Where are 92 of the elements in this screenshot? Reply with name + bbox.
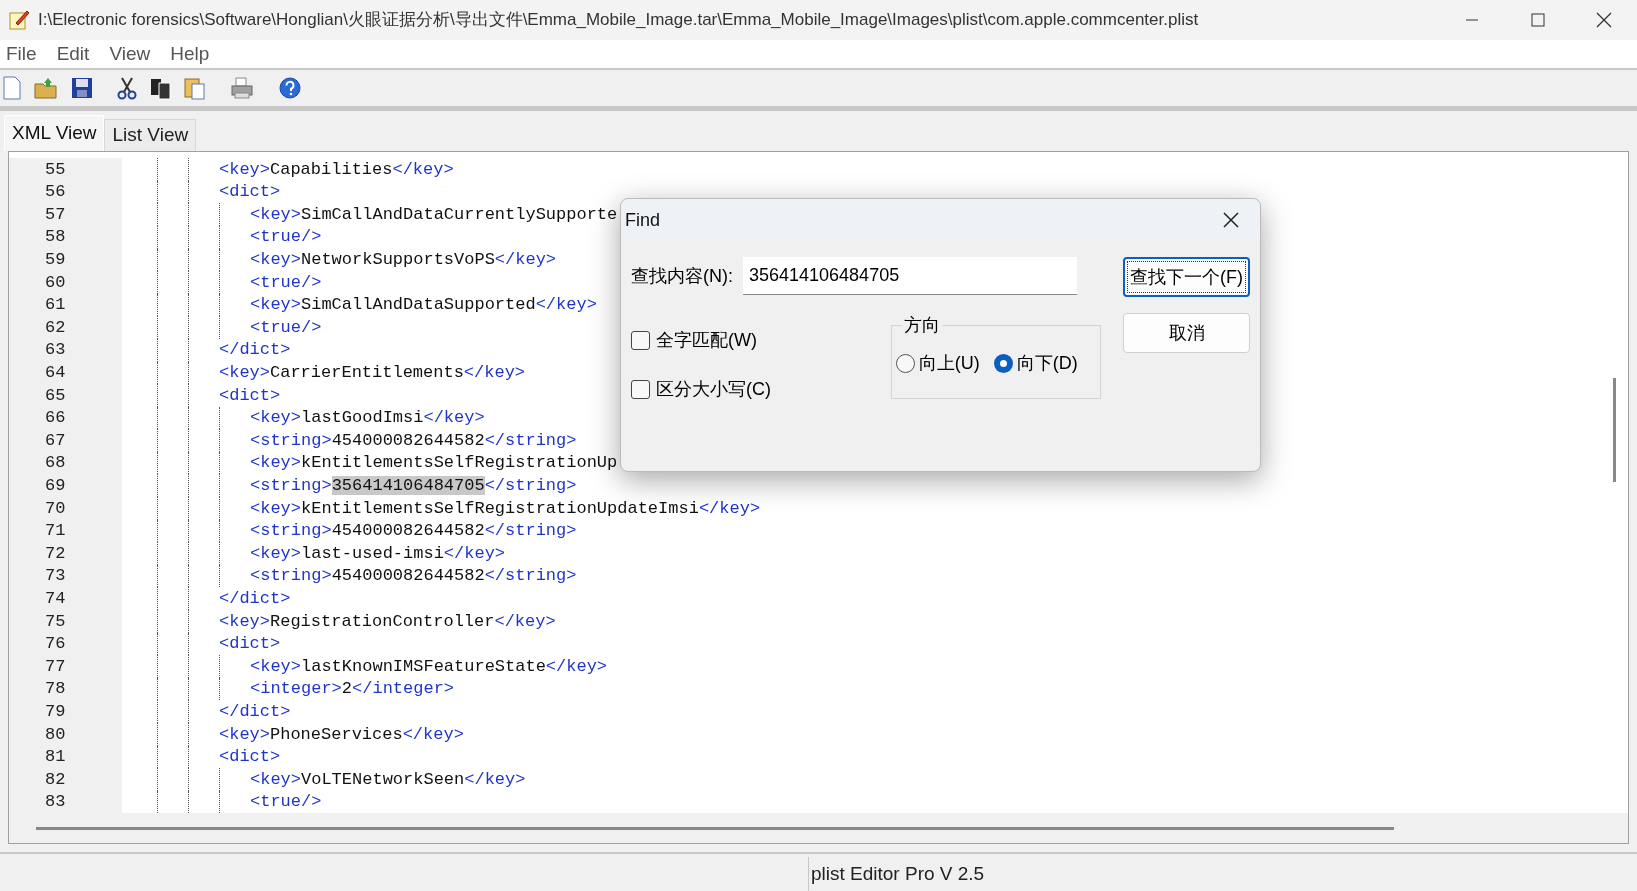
- line-number: 68: [9, 451, 122, 475]
- tab[interactable]: XML View: [4, 115, 105, 152]
- radio-label: 向上(U): [918, 352, 980, 375]
- status-text: plist Editor Pro V 2.5: [811, 861, 985, 886]
- code-line: <key>SimCallAndDataSupported</key>: [250, 294, 597, 317]
- code-line: <true/>: [250, 226, 322, 249]
- code-tag: <string>: [250, 476, 332, 495]
- line-number: 70: [9, 497, 122, 520]
- line-number: 75: [9, 610, 122, 633]
- code-tag: </string>: [484, 476, 577, 495]
- code-line: <key>lastKnownIMSFeatureState</key>: [250, 655, 608, 678]
- code-line: <true/>: [250, 271, 322, 294]
- line-number: 80: [9, 723, 122, 746]
- line-number: 82: [9, 768, 122, 791]
- line-number: 64: [9, 361, 122, 385]
- code-line: <key>SimCallAndDataCurrentlySupporte: [250, 203, 618, 226]
- line-number: 61: [9, 293, 122, 317]
- menu-item[interactable]: Edit: [50, 40, 96, 69]
- code-line: <dict>: [219, 746, 281, 769]
- horizontal-scrollbar[interactable]: [36, 826, 1394, 830]
- line-number: 74: [9, 587, 122, 611]
- checkbox[interactable]: [631, 331, 650, 350]
- code-line: <string>454000082644582</string>: [250, 429, 577, 452]
- line-number: 65: [9, 384, 122, 407]
- checkbox[interactable]: [631, 380, 650, 399]
- radio-label: 向下(D): [1016, 352, 1078, 375]
- copy-icon[interactable]: [150, 76, 172, 101]
- code-line: <integer>2</integer>: [250, 678, 455, 701]
- line-number: 71: [9, 519, 122, 543]
- line-number: 78: [9, 677, 122, 701]
- code-line: <key>kEntitlementsSelfRegistrationUp: [250, 452, 618, 475]
- open-folder-icon[interactable]: [34, 76, 58, 101]
- line-number: 58: [9, 225, 122, 249]
- vertical-scrollbar[interactable]: [1613, 378, 1616, 483]
- line-number: 56: [9, 180, 122, 204]
- selected-text: 356414106484705: [331, 476, 485, 495]
- menu-item[interactable]: Help: [164, 40, 216, 69]
- line-number: 79: [9, 700, 122, 723]
- code-line: <key>VoLTENetworkSeen</key>: [250, 768, 526, 791]
- notepad-icon: [8, 9, 30, 32]
- code-line: <true/>: [250, 316, 322, 339]
- code-line: </dict>: [219, 588, 291, 610]
- code-line: <key>NetworkSupportsVoPS</key>: [250, 249, 557, 272]
- code-line: <true/>: [250, 791, 322, 814]
- code-line: <dict>: [219, 384, 281, 407]
- menu-item[interactable]: File: [0, 40, 43, 69]
- line-number: 69: [9, 474, 122, 498]
- line-number: 63: [9, 338, 122, 362]
- line-number: 77: [9, 655, 122, 678]
- code-line: <key>PhoneServices</key>: [219, 723, 464, 746]
- code-line: <dict>: [219, 633, 281, 656]
- dialog-button[interactable]: 查找下一个(F): [1123, 257, 1250, 297]
- paste-icon[interactable]: [184, 76, 206, 101]
- checkbox-label: 区分大小写(C): [656, 378, 771, 401]
- find-field[interactable]: 356414106484705: [743, 257, 1077, 295]
- cut-icon[interactable]: [116, 76, 138, 101]
- dialog-title: Find: [625, 208, 660, 232]
- line-number: 72: [9, 542, 122, 565]
- dialog-button[interactable]: 取消: [1123, 313, 1250, 353]
- code-line: <key>Capabilities</key>: [219, 158, 454, 181]
- help-icon[interactable]: [278, 76, 302, 101]
- menu-item[interactable]: View: [103, 40, 157, 69]
- close-icon[interactable]: [1222, 211, 1240, 229]
- code-line: <string>454000082644582</string>: [250, 565, 577, 588]
- line-number: 73: [9, 564, 122, 588]
- tab[interactable]: List View: [104, 119, 197, 152]
- code-line: <key>CarrierEntitlements</key>: [219, 362, 526, 385]
- line-number: 57: [9, 203, 122, 226]
- line-number: 66: [9, 406, 122, 430]
- code-line: <key>RegistrationController</key>: [219, 610, 556, 633]
- line-number: 55: [9, 158, 122, 181]
- radio-button[interactable]: [993, 354, 1013, 373]
- code-line: </dict>: [219, 700, 291, 723]
- line-number: 60: [9, 271, 122, 294]
- code-line: <key>lastGoodImsi</key>: [250, 407, 485, 430]
- checkbox-label: 全字匹配(W): [656, 329, 757, 352]
- line-number: 62: [9, 316, 122, 339]
- line-number: 59: [9, 248, 122, 272]
- code-line: <key>kEntitlementsSelfRegistrationUpdateImsi</key>: [250, 497, 761, 520]
- code-line: </dict>: [219, 339, 291, 362]
- line-number: 67: [9, 429, 122, 452]
- code-line: <key>last-used-imsi</key>: [250, 542, 506, 565]
- radio-button[interactable]: [895, 354, 915, 373]
- save-icon[interactable]: [70, 76, 94, 101]
- line-number: 81: [9, 745, 122, 769]
- window-title: I:\Electronic forensics\Software\Honglian\火眼证据分析\导出文件\Emma_Mobile_Image.tar\Emma_Mobile_Image\Images\plist\com.apple.commcenter.plist: [38, 9, 1199, 32]
- line-number: 83: [9, 790, 122, 814]
- line-number: 76: [9, 632, 122, 656]
- code-line: <dict>: [219, 181, 281, 204]
- print-icon[interactable]: [230, 76, 254, 101]
- code-line: <string>454000082644582</string>: [250, 520, 577, 543]
- find-label: 查找内容(N):: [631, 264, 733, 288]
